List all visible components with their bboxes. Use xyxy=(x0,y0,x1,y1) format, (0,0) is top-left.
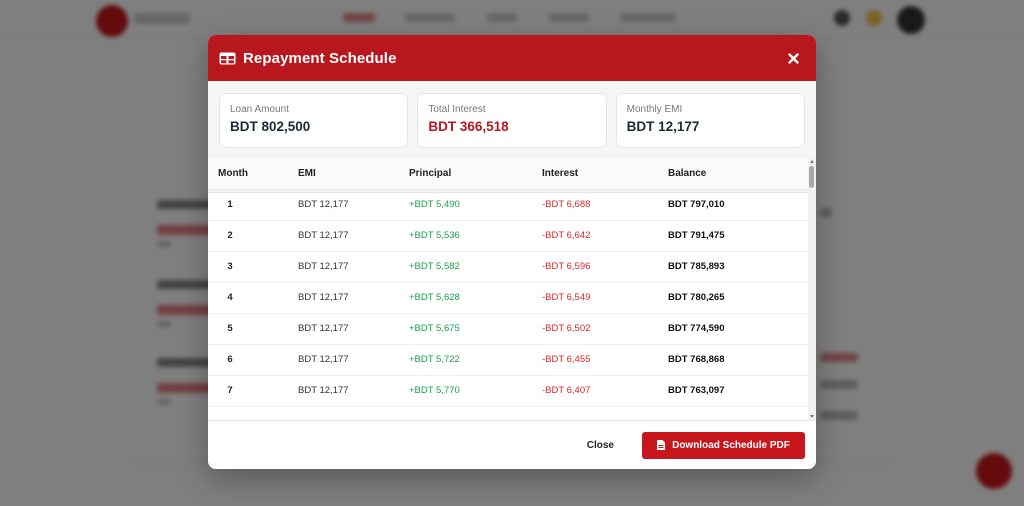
cell-month: 2 xyxy=(208,220,298,252)
cell-interest: -BDT 6,549 xyxy=(542,282,668,314)
cell-interest: -BDT 6,688 xyxy=(542,189,668,221)
table-row: 4 BDT 12,177 +BDT 5,628 -BDT 6,549 BDT 7… xyxy=(208,282,808,314)
cell-principal: +BDT 5,582 xyxy=(409,251,542,283)
table-header-row: Month EMI Principal Interest Balance xyxy=(208,158,808,190)
cell-month: 5 xyxy=(208,313,298,345)
table-icon xyxy=(219,52,236,65)
cell-month: 7 xyxy=(208,375,298,407)
card-label: Loan Amount xyxy=(230,104,289,115)
pdf-file-icon xyxy=(657,440,666,450)
cell-principal: +BDT 5,675 xyxy=(409,313,542,345)
modal-title: Repayment Schedule xyxy=(243,49,397,67)
scroll-up-arrow-icon[interactable] xyxy=(810,160,814,163)
close-icon[interactable] xyxy=(782,47,804,69)
header-principal: Principal xyxy=(409,158,542,190)
cell-principal: +BDT 5,536 xyxy=(409,220,542,252)
cell-balance: BDT 768,868 xyxy=(668,344,808,376)
card-label: Monthly EMI xyxy=(626,104,683,115)
cell-principal: +BDT 5,770 xyxy=(409,375,542,407)
cell-emi: BDT 12,177 xyxy=(298,375,409,407)
cell-interest: -BDT 6,455 xyxy=(542,344,668,376)
modal-header: Repayment Schedule xyxy=(208,35,816,81)
scroll-down-arrow-icon[interactable] xyxy=(810,415,814,418)
cell-balance: BDT 763,097 xyxy=(668,375,808,407)
monthly-emi-card: Monthly EMI BDT 12,177 xyxy=(615,93,805,148)
monthly-emi-value: BDT 12,177 xyxy=(626,119,700,134)
table-row: 6 BDT 12,177 +BDT 5,722 -BDT 6,455 BDT 7… xyxy=(208,344,808,376)
table-body: 1 BDT 12,177 +BDT 5,490 -BDT 6,688 BDT 7… xyxy=(208,189,808,407)
cell-emi: BDT 12,177 xyxy=(298,313,409,345)
cell-emi: BDT 12,177 xyxy=(298,220,409,252)
cell-balance: BDT 791,475 xyxy=(668,220,808,252)
header-emi: EMI xyxy=(298,158,409,190)
cell-interest: -BDT 6,596 xyxy=(542,251,668,283)
download-pdf-button[interactable]: Download Schedule PDF xyxy=(642,431,805,459)
cell-month: 3 xyxy=(208,251,298,283)
table-row: 2 BDT 12,177 +BDT 5,536 -BDT 6,642 BDT 7… xyxy=(208,220,808,252)
cell-balance: BDT 780,265 xyxy=(668,282,808,314)
card-label: Total Interest xyxy=(428,104,486,115)
repayment-schedule-modal: Repayment Schedule Loan Amount BDT 802,5… xyxy=(208,35,816,469)
schedule-table: Month EMI Principal Interest Balance 1 B… xyxy=(208,158,808,407)
cell-principal: +BDT 5,490 xyxy=(409,189,542,221)
table-row: 1 BDT 12,177 +BDT 5,490 -BDT 6,688 BDT 7… xyxy=(208,189,808,221)
cell-month: 1 xyxy=(208,189,298,221)
cell-emi: BDT 12,177 xyxy=(298,189,409,221)
cell-interest: -BDT 6,642 xyxy=(542,220,668,252)
download-pdf-label: Download Schedule PDF xyxy=(672,439,790,451)
cell-principal: +BDT 5,628 xyxy=(409,282,542,314)
modal-footer: Close Download Schedule PDF xyxy=(208,420,816,469)
cell-emi: BDT 12,177 xyxy=(298,282,409,314)
total-interest-card: Total Interest BDT 366,518 xyxy=(417,93,607,148)
cell-balance: BDT 785,893 xyxy=(668,251,808,283)
cell-month: 4 xyxy=(208,282,298,314)
cell-balance: BDT 774,590 xyxy=(668,313,808,345)
table-row: 5 BDT 12,177 +BDT 5,675 -BDT 6,502 BDT 7… xyxy=(208,313,808,345)
cell-principal: +BDT 5,722 xyxy=(409,344,542,376)
total-interest-value: BDT 366,518 xyxy=(428,119,509,134)
cell-emi: BDT 12,177 xyxy=(298,344,409,376)
loan-amount-card: Loan Amount BDT 802,500 xyxy=(219,93,409,148)
header-interest: Interest xyxy=(542,158,668,190)
schedule-table-container[interactable]: Month EMI Principal Interest Balance 1 B… xyxy=(208,158,816,420)
table-scrollbar[interactable] xyxy=(808,158,816,420)
cell-interest: -BDT 6,502 xyxy=(542,313,668,345)
close-button[interactable]: Close xyxy=(579,434,622,457)
table-row: 3 BDT 12,177 +BDT 5,582 -BDT 6,596 BDT 7… xyxy=(208,251,808,283)
scrollbar-thumb[interactable] xyxy=(809,166,814,188)
cell-interest: -BDT 6,407 xyxy=(542,375,668,407)
header-balance: Balance xyxy=(668,158,808,190)
cell-balance: BDT 797,010 xyxy=(668,189,808,221)
table-row: 7 BDT 12,177 +BDT 5,770 -BDT 6,407 BDT 7… xyxy=(208,375,808,407)
cell-emi: BDT 12,177 xyxy=(298,251,409,283)
loan-amount-value: BDT 802,500 xyxy=(230,119,311,134)
header-month: Month xyxy=(208,158,298,190)
cell-month: 6 xyxy=(208,344,298,376)
